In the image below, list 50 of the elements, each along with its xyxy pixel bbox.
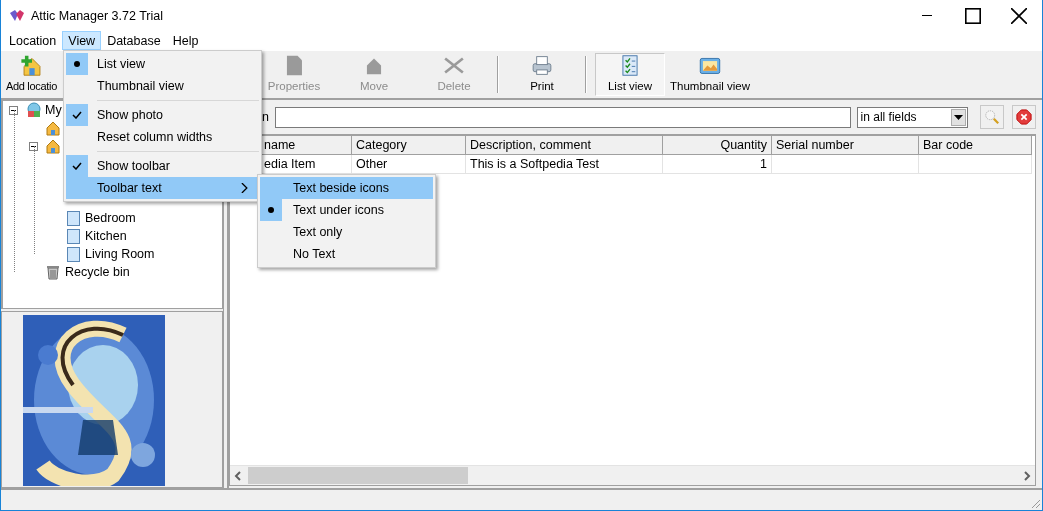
toolbar-button[interactable]: Add locatio (3, 53, 60, 96)
room-icon (65, 210, 81, 226)
menu-item[interactable]: Text only (260, 221, 433, 243)
dropdown-arrow-icon (954, 112, 964, 122)
room-icon (65, 246, 81, 262)
minimize-icon (922, 15, 932, 16)
column-header[interactable]: Quantity (663, 136, 772, 155)
maximize-icon (965, 7, 981, 24)
menu-item[interactable]: Toolbar text (66, 177, 259, 199)
toolbar-button[interactable]: Thumbnail view (667, 53, 753, 96)
resize-grip-icon[interactable] (1029, 497, 1041, 509)
table-cell: 1 (663, 155, 772, 174)
stop-icon (1016, 109, 1033, 125)
column-header[interactable]: Bar code (919, 136, 1032, 155)
cubes-icon (25, 102, 41, 118)
menu-item[interactable]: Show photo (66, 104, 259, 126)
room-icon (65, 228, 81, 244)
menu-item[interactable]: Database (101, 31, 167, 50)
table-cell: This is a Softpedia Test (466, 155, 663, 174)
search-label: n (262, 110, 270, 124)
menu-item[interactable]: View (62, 31, 102, 50)
column-header[interactable]: Category (352, 136, 466, 155)
tree-item[interactable]: Recycle bin (65, 264, 130, 280)
clear-search-button[interactable] (1012, 105, 1036, 129)
toolbar-button[interactable]: List view (595, 53, 665, 96)
menu-item[interactable]: Help (166, 31, 205, 50)
menu-item[interactable]: Text beside icons (260, 177, 433, 199)
toolbar-button[interactable]: Print (507, 53, 577, 96)
search-icon (984, 109, 1001, 125)
menu-item[interactable]: Thumbnail view (66, 75, 259, 97)
tree-item[interactable]: Kitchen (85, 228, 127, 244)
tree-item[interactable]: My (45, 102, 62, 118)
tree-item[interactable]: Living Room (85, 246, 155, 262)
search-field[interactable] (274, 106, 851, 128)
window-title: Attic Manager 3.72 Trial (31, 8, 164, 23)
menu-item[interactable]: Location (3, 31, 63, 50)
tree-item[interactable]: Bedroom (85, 210, 136, 226)
column-header[interactable]: Description, comment (466, 136, 663, 155)
collapse-icon[interactable] (9, 105, 18, 115)
close-icon (1011, 7, 1027, 24)
scrollbar-thumb[interactable] (248, 467, 468, 484)
column-header[interactable]: Serial number (772, 136, 919, 155)
house-icon (45, 120, 61, 136)
house-icon (45, 138, 61, 154)
trash-icon (45, 264, 61, 280)
collapse-icon[interactable] (29, 141, 38, 151)
menu-item[interactable]: List view (66, 53, 259, 75)
scope-dropdown[interactable]: in all fields (856, 106, 969, 128)
menu-item[interactable]: Text under icons (260, 199, 433, 221)
menu-item[interactable]: No Text (260, 243, 433, 265)
